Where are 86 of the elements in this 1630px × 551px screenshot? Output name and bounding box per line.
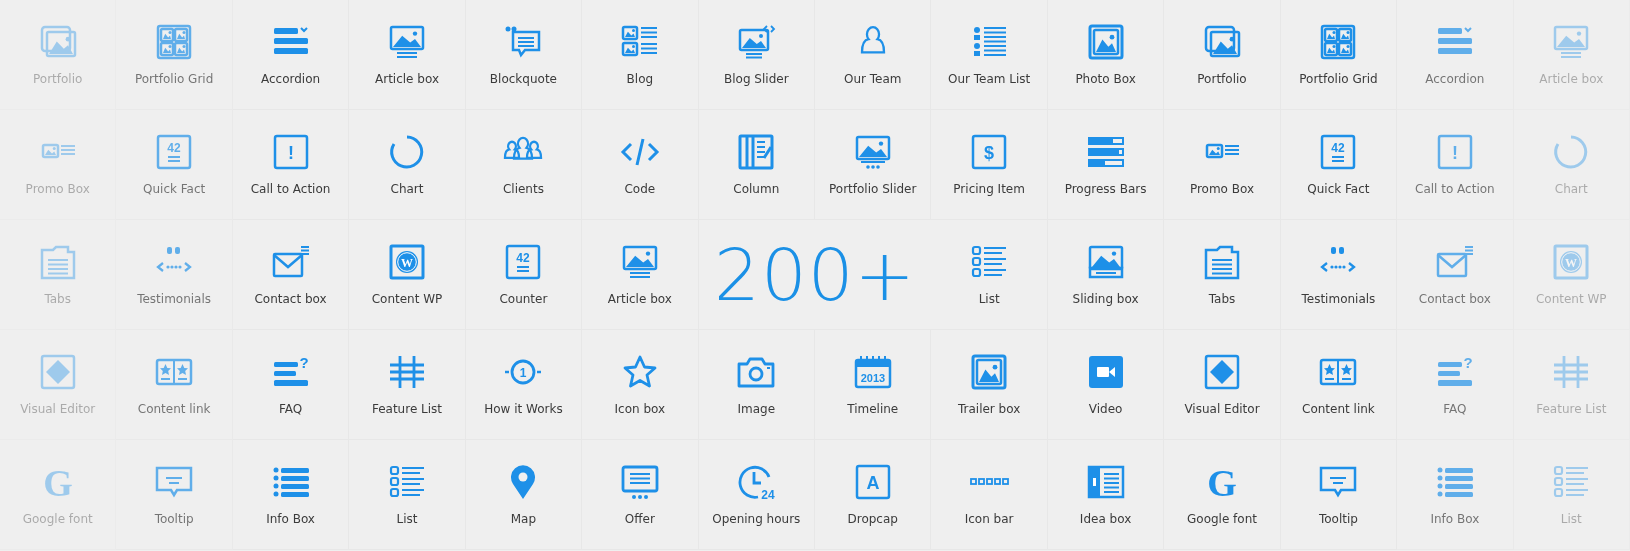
element-label: Tabs: [1208, 291, 1236, 306]
element-label: Tooltip: [154, 511, 194, 526]
element-label: Icon bar: [964, 511, 1014, 526]
element-label: Article box: [1539, 71, 1604, 86]
element-label: Portfolio Grid: [1299, 71, 1378, 86]
picture-frame-icon[interactable]: [969, 353, 1010, 390]
element-label: Video: [1088, 401, 1123, 416]
columns-icon[interactable]: [736, 133, 777, 170]
element-label: Quick Fact: [1307, 181, 1370, 196]
letter-icon[interactable]: G: [37, 463, 78, 500]
element-label: Blockquote: [489, 71, 557, 86]
element-label: Counter: [499, 291, 548, 306]
element-label: Photo Box: [1075, 71, 1136, 86]
count-headline: 200+: [714, 232, 916, 317]
element-label: Testimonials: [1301, 291, 1376, 306]
element-label: Promo Box: [1189, 181, 1255, 196]
element-label: List: [1560, 511, 1582, 526]
monitor-picture-icon[interactable]: [387, 23, 427, 60]
element-label: Chart: [1554, 181, 1588, 196]
element-label: Sliding box: [1072, 291, 1139, 306]
element-label: Content link: [1302, 401, 1375, 416]
element-label: Call to Action: [1415, 181, 1495, 196]
element-label: Blog: [626, 71, 654, 86]
element-label: Quick Fact: [143, 181, 206, 196]
element-label: Content link: [137, 401, 211, 416]
element-label: Offer: [624, 511, 655, 526]
element-label: Info Box: [1430, 511, 1480, 526]
envelope-icon[interactable]: [1434, 243, 1475, 280]
element-label: List: [978, 291, 1000, 306]
element-label: Accordion: [261, 71, 321, 86]
element-label: Portfolio Slider: [829, 181, 917, 196]
element-label: Image: [737, 401, 776, 416]
folder-icon[interactable]: [1202, 243, 1242, 280]
element-label: Portfolio: [33, 71, 83, 86]
element-label: Feature List: [371, 401, 443, 416]
element-label: Trailer box: [957, 401, 1021, 416]
element-label: Tabs: [44, 291, 71, 306]
element-label: Article box: [607, 291, 672, 306]
diamond-square-icon[interactable]: [1202, 353, 1242, 390]
element-label: FAQ: [1443, 401, 1467, 416]
element-label: Article box: [375, 71, 439, 86]
element-label: Contact box: [254, 291, 327, 306]
element-label: Column: [733, 181, 780, 196]
element-label: Info Box: [266, 511, 315, 526]
pictures-icon[interactable]: [1202, 23, 1242, 60]
hash-grid-icon[interactable]: [387, 353, 427, 390]
element-label: Map: [510, 511, 537, 526]
element-label: Chart: [390, 181, 424, 196]
envelope-icon[interactable]: [270, 243, 311, 280]
element-label: Feature List: [1536, 401, 1607, 416]
element-label: FAQ: [278, 401, 303, 416]
element-label: Blog Slider: [724, 71, 789, 86]
wordpress-icon[interactable]: W: [1551, 243, 1592, 280]
element-label: Code: [624, 181, 656, 196]
wordpress-icon[interactable]: W: [387, 243, 427, 280]
element-label: Testimonials: [137, 291, 212, 306]
element-label: Opening hours: [712, 511, 801, 526]
element-label: Visual Editor: [20, 401, 96, 416]
element-label: Our Team List: [947, 71, 1031, 86]
element-label: Visual Editor: [1184, 401, 1260, 416]
element-label: Progress Bars: [1064, 181, 1147, 196]
element-label: Call to Action: [250, 181, 331, 196]
letter-icon[interactable]: G: [1202, 463, 1242, 500]
element-label: Portfolio: [1197, 71, 1247, 86]
element-label: Google font: [22, 511, 93, 526]
element-label: Content WP: [1535, 291, 1607, 306]
element-label: List: [396, 511, 418, 526]
element-label: Idea box: [1079, 511, 1132, 526]
element-label: Accordion: [1425, 71, 1485, 86]
element-label: Our Team: [843, 71, 902, 86]
element-label: Google font: [1187, 511, 1257, 526]
element-label: How it Works: [484, 401, 563, 416]
screen-lines-icon[interactable]: [619, 463, 660, 500]
element-label: Dropcap: [847, 511, 898, 526]
element-label: Icon box: [614, 401, 666, 416]
element-label: Contact box: [1418, 291, 1491, 306]
monitor-code-icon[interactable]: [736, 23, 777, 60]
element-label: Tooltip: [1318, 511, 1358, 526]
element-label: Pricing Item: [953, 181, 1025, 196]
element-label: Timeline: [847, 401, 899, 416]
checklist-icon[interactable]: [387, 463, 427, 500]
element-label: Clients: [502, 181, 544, 196]
element-label: Content WP: [371, 291, 443, 306]
element-label: Portfolio Grid: [134, 71, 214, 86]
element-label: Promo Box: [25, 181, 90, 196]
book-icon[interactable]: [1085, 463, 1126, 500]
